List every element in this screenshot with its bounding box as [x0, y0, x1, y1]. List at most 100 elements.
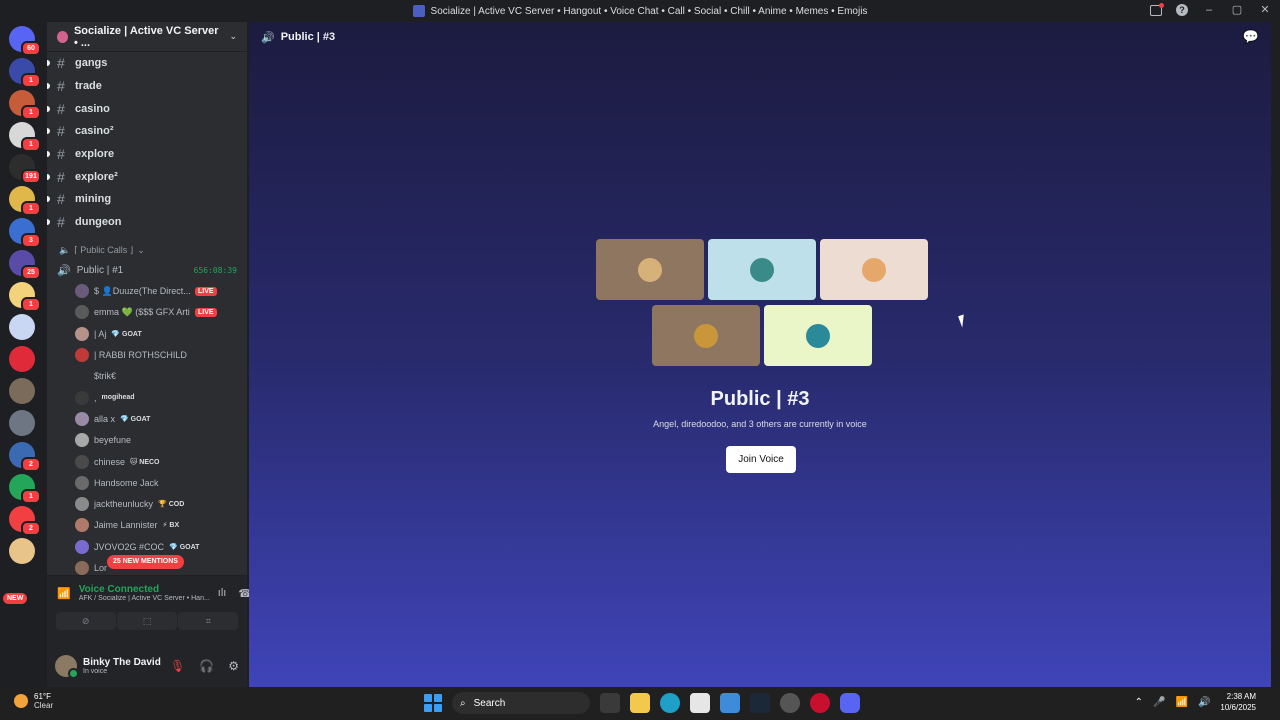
text-channel-item[interactable]: # mining	[47, 188, 247, 211]
weather-widget[interactable]: 61°F Clear	[14, 692, 53, 710]
text-channel-item[interactable]: # casino²	[47, 120, 247, 143]
server-icon-home-server[interactable]: 60	[9, 26, 41, 56]
unread-badge: 1	[21, 489, 41, 504]
notepad-icon[interactable]	[720, 693, 740, 713]
voice-member-row[interactable]: | Aj 💎 GOAT	[47, 323, 247, 344]
server-icon-server-11[interactable]	[9, 346, 35, 372]
member-avatar	[75, 348, 89, 363]
text-channel-item[interactable]: # dungeon	[47, 211, 247, 234]
server-icon-server-13[interactable]	[9, 410, 35, 436]
minimize-icon[interactable]: –	[1202, 3, 1216, 17]
text-channel-item[interactable]: # trade	[47, 75, 247, 98]
taskbar-search[interactable]: ⌕ Search	[452, 692, 590, 714]
server-icon-server-17[interactable]	[9, 538, 35, 564]
server-icon-server-10[interactable]	[9, 314, 35, 340]
channel-list: # gangs # trade # casino # casino² # explore # expl…	[47, 52, 247, 234]
headphones-icon[interactable]: 🎧	[199, 659, 214, 673]
server-icon-server-4[interactable]: 1	[9, 122, 41, 152]
steam-icon[interactable]	[750, 693, 770, 713]
server-icon-server-12[interactable]	[9, 378, 35, 404]
window-titlebar: Socialize | Active VC Server • Hangout •…	[0, 0, 1280, 22]
member-avatar	[75, 411, 89, 426]
server-icon-server-16[interactable]: 2	[9, 506, 41, 536]
noise-suppression-icon[interactable]: ılı	[218, 587, 227, 600]
system-clock[interactable]: 2:38 AM 10/6/2025	[1220, 691, 1256, 713]
voice-member-row[interactable]: emma 💚 ($$$ GFX Artist) LIVE	[47, 302, 247, 323]
volume-icon[interactable]: 🔊	[1198, 697, 1210, 708]
server-icon-socialize-server[interactable]: 1	[9, 58, 41, 88]
discord-app-icon[interactable]	[840, 693, 860, 713]
start-button[interactable]	[424, 694, 442, 712]
participant-tile[interactable]	[652, 305, 760, 366]
voice-member-row[interactable]: | RABBI ROTHSCHILD	[47, 344, 247, 365]
user-avatar[interactable]	[55, 655, 79, 679]
member-avatar	[75, 497, 89, 512]
speaker-icon: 🔊	[261, 31, 275, 44]
text-channel-item[interactable]: # explore	[47, 143, 247, 166]
server-icon	[57, 30, 68, 43]
server-icon-server-6[interactable]: 1	[9, 186, 41, 216]
weather-icon	[14, 694, 28, 708]
help-icon[interactable]: ?	[1176, 4, 1188, 16]
close-icon[interactable]: ✕	[1258, 3, 1272, 17]
task-view-icon[interactable]	[600, 693, 620, 713]
screen-share-button[interactable]: ⬚	[116, 612, 177, 630]
text-channel-item[interactable]: # gangs	[47, 52, 247, 75]
category-public-calls[interactable]: 🔈 ⌈ Public Calls ⌋ ⌄	[47, 241, 247, 261]
participant-tile[interactable]	[708, 239, 816, 300]
chat-bubble-icon[interactable]: 💬	[1243, 29, 1259, 45]
mic-muted-icon[interactable]: 🎙	[170, 659, 185, 673]
server-icon-server-9[interactable]: 1	[9, 282, 41, 312]
window-controls: ? – ▢ ✕	[1150, 2, 1272, 17]
channel-name: trade	[75, 80, 102, 93]
voice-member-row[interactable]: jacktheunlucky 🏆 COD	[47, 493, 247, 514]
new-unreads-pill[interactable]: NEW	[3, 570, 35, 604]
wifi-icon[interactable]: 📶	[1176, 697, 1188, 708]
inbox-icon[interactable]	[1150, 2, 1164, 16]
activity-button[interactable]: ⌗	[178, 612, 239, 630]
voice-member-row[interactable]: Handsome Jack	[47, 472, 247, 493]
text-channel-item[interactable]: # explore²	[47, 165, 247, 188]
voice-member-row[interactable]: Jaime Lannister ⚡ BX	[47, 515, 247, 536]
camera-off-button[interactable]: ⊘	[55, 612, 116, 630]
participant-tile[interactable]	[596, 239, 704, 300]
channel-name: explore	[75, 148, 115, 161]
server-icon-server-14[interactable]: 2	[9, 442, 41, 472]
microphone-icon[interactable]: 🎤	[1153, 697, 1165, 708]
voice-member-row[interactable]: chinese 🐱 NECO	[47, 451, 247, 472]
voice-status[interactable]: Voice Connected	[79, 584, 210, 595]
server-icon-server-8[interactable]: 25	[9, 250, 41, 280]
voice-member-row[interactable]: alla x 💎 GOAT	[47, 408, 247, 429]
server-icon-server-15[interactable]: 1	[9, 474, 41, 504]
user-info[interactable]: Binky The David In voice	[83, 657, 161, 675]
voice-channel-public-1[interactable]: 🔊 Public | #1 656:08:39	[47, 261, 247, 281]
channel-name: dungeon	[75, 216, 122, 229]
maximize-icon[interactable]: ▢	[1230, 3, 1244, 17]
member-name: alla x	[94, 413, 116, 424]
unread-badge: 1	[21, 137, 41, 152]
voice-member-row[interactable]: $trik€	[47, 366, 247, 387]
voice-location[interactable]: AFK / Socialize | Active VC Server • Han…	[79, 595, 210, 602]
server-icon-server-5[interactable]: 191	[9, 154, 41, 184]
voice-member-row[interactable]: , mogihead	[47, 387, 247, 408]
server-icon-server-7[interactable]: 3	[9, 218, 41, 248]
snipping-tool-icon[interactable]	[690, 693, 710, 713]
text-channel-item[interactable]: # casino	[47, 97, 247, 120]
edge-browser-icon[interactable]	[660, 693, 680, 713]
new-mentions-badge[interactable]: 25 NEW MENTIONS	[107, 555, 184, 569]
opera-browser-icon[interactable]	[810, 693, 830, 713]
settings-gear-icon[interactable]: ⚙	[228, 659, 239, 673]
server-icon-server-3[interactable]: 1	[9, 90, 41, 120]
signal-icon[interactable]: 📶	[57, 587, 71, 600]
voice-member-row[interactable]: $ 👤Duuze(The Direct... LIVE	[47, 281, 247, 302]
participant-tile[interactable]	[820, 239, 928, 300]
chevron-down-icon: ⌄	[137, 245, 145, 255]
settings-app-icon[interactable]	[780, 693, 800, 713]
server-header[interactable]: Socialize | Active VC Server • ... ⌄	[47, 22, 247, 52]
participant-tile[interactable]	[764, 305, 872, 366]
voice-member-row[interactable]: beyefune	[47, 430, 247, 451]
chevron-down-icon: ⌄	[229, 31, 237, 41]
join-voice-button[interactable]: Join Voice	[726, 446, 796, 473]
tray-overflow-icon[interactable]: ⌃	[1135, 697, 1143, 708]
file-explorer-icon[interactable]	[630, 693, 650, 713]
